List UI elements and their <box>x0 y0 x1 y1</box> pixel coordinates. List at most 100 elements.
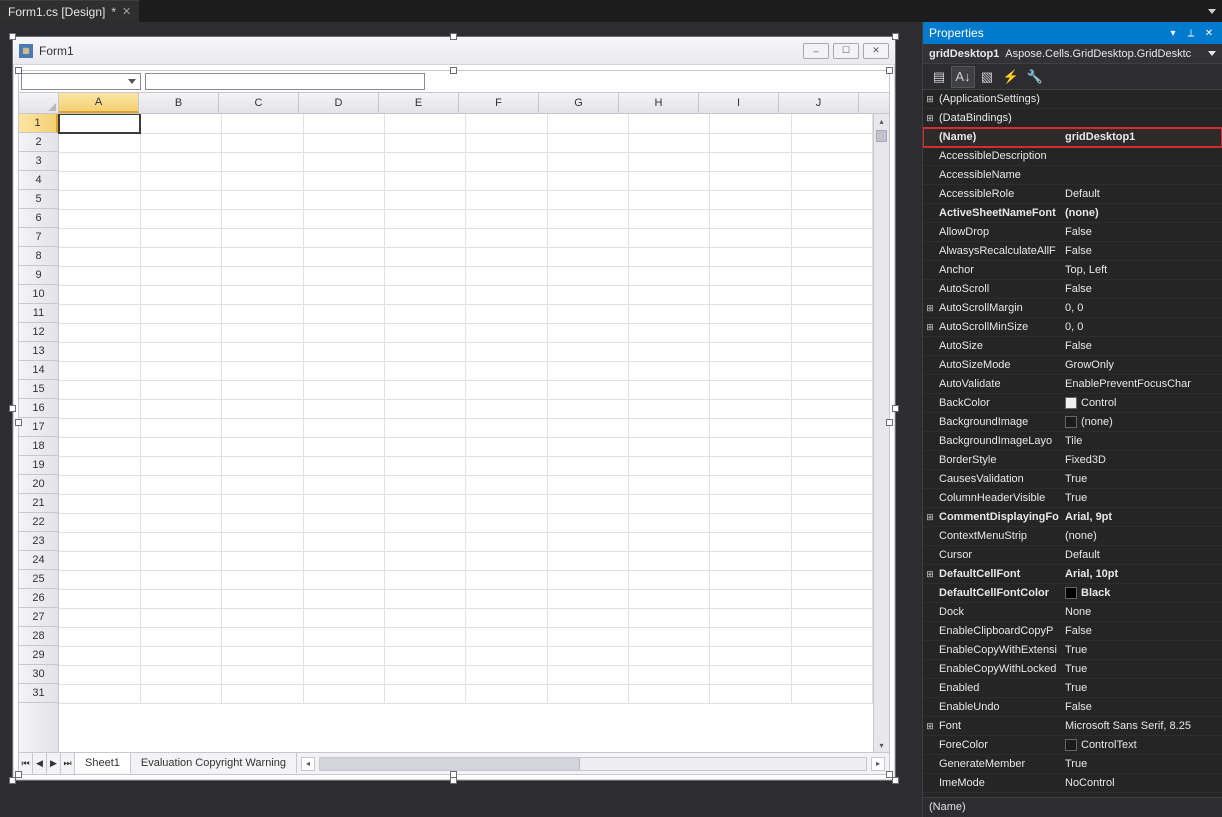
cell[interactable] <box>791 399 872 418</box>
select-all-corner[interactable] <box>19 93 59 113</box>
column-header[interactable]: A <box>59 93 139 113</box>
cell[interactable] <box>710 589 791 608</box>
cell[interactable] <box>466 171 547 190</box>
close-button[interactable]: ✕ <box>863 43 889 59</box>
row-header[interactable]: 22 <box>19 513 58 532</box>
cell[interactable] <box>59 437 140 456</box>
cell[interactable] <box>710 551 791 570</box>
row-header[interactable]: 31 <box>19 684 58 703</box>
cell[interactable] <box>710 646 791 665</box>
cell[interactable] <box>140 247 221 266</box>
resize-handle[interactable] <box>15 67 22 74</box>
cell[interactable] <box>547 532 628 551</box>
cell[interactable] <box>547 608 628 627</box>
cell[interactable] <box>628 494 709 513</box>
scroll-down-icon[interactable]: ▾ <box>874 738 889 752</box>
cell[interactable] <box>628 133 709 152</box>
cell[interactable] <box>466 532 547 551</box>
cell[interactable] <box>140 133 221 152</box>
property-value[interactable]: True <box>1061 682 1222 694</box>
cell[interactable] <box>140 190 221 209</box>
cell[interactable] <box>547 399 628 418</box>
cell[interactable] <box>59 399 140 418</box>
cell[interactable] <box>547 152 628 171</box>
cell[interactable] <box>547 247 628 266</box>
cell[interactable] <box>59 323 140 342</box>
cell[interactable] <box>791 665 872 684</box>
expand-toggle-icon[interactable]: ⊞ <box>923 322 937 333</box>
resize-handle[interactable] <box>886 771 893 778</box>
expand-toggle-icon[interactable]: ⊞ <box>923 113 937 124</box>
scroll-left-icon[interactable]: ◂ <box>301 757 315 771</box>
cell[interactable] <box>466 342 547 361</box>
cell[interactable] <box>547 171 628 190</box>
cell[interactable] <box>222 190 303 209</box>
cell[interactable] <box>628 513 709 532</box>
column-header[interactable]: E <box>379 93 459 113</box>
cell[interactable] <box>384 437 465 456</box>
cell[interactable] <box>547 190 628 209</box>
cell[interactable] <box>466 361 547 380</box>
cell[interactable] <box>59 475 140 494</box>
cell[interactable] <box>59 665 140 684</box>
cell[interactable] <box>59 190 140 209</box>
vertical-scrollbar[interactable]: ▴ ▾ <box>873 114 889 752</box>
cell[interactable] <box>59 361 140 380</box>
cell[interactable] <box>628 304 709 323</box>
cell[interactable] <box>547 380 628 399</box>
property-row[interactable]: BackgroundImage(none) <box>923 413 1222 432</box>
cell[interactable] <box>466 190 547 209</box>
cell[interactable] <box>710 684 791 703</box>
property-row[interactable]: EnabledTrue <box>923 679 1222 698</box>
cell[interactable] <box>791 285 872 304</box>
cell[interactable] <box>547 342 628 361</box>
row-header[interactable]: 2 <box>19 133 58 152</box>
cell[interactable] <box>384 342 465 361</box>
cell[interactable] <box>140 323 221 342</box>
row-header[interactable]: 13 <box>19 342 58 361</box>
cell[interactable] <box>710 285 791 304</box>
cell[interactable] <box>710 570 791 589</box>
cell[interactable] <box>59 570 140 589</box>
cell[interactable] <box>140 114 221 133</box>
properties-grid[interactable]: ⊞(ApplicationSettings)⊞(DataBindings)(Na… <box>923 90 1222 797</box>
formula-input[interactable] <box>145 73 425 90</box>
cell[interactable] <box>628 323 709 342</box>
cell[interactable] <box>140 494 221 513</box>
sheet-nav-last[interactable]: ⏭ <box>61 753 75 774</box>
resize-handle[interactable] <box>15 419 22 426</box>
cell[interactable] <box>384 646 465 665</box>
cell[interactable] <box>59 152 140 171</box>
cell[interactable] <box>303 190 384 209</box>
row-header[interactable]: 11 <box>19 304 58 323</box>
property-row[interactable]: EnableCopyWithExtensiTrue <box>923 641 1222 660</box>
cell[interactable] <box>710 247 791 266</box>
cell[interactable] <box>222 665 303 684</box>
sheet-nav-next[interactable]: ▶ <box>47 753 61 774</box>
property-row[interactable]: ⊞CommentDisplayingFoArial, 9pt <box>923 508 1222 527</box>
cell[interactable] <box>384 171 465 190</box>
cell[interactable] <box>466 114 547 133</box>
cell[interactable] <box>303 627 384 646</box>
cell[interactable] <box>628 589 709 608</box>
cell[interactable] <box>710 665 791 684</box>
designer-surface[interactable]: ▦ Form1 – ☐ ✕ <box>0 22 922 817</box>
row-header[interactable]: 18 <box>19 437 58 456</box>
property-value[interactable]: NoControl <box>1061 777 1222 789</box>
column-header[interactable]: G <box>539 93 619 113</box>
cell[interactable] <box>222 114 303 133</box>
property-value[interactable]: False <box>1061 701 1222 713</box>
cell[interactable] <box>710 114 791 133</box>
cell[interactable] <box>222 285 303 304</box>
column-header[interactable]: C <box>219 93 299 113</box>
property-value[interactable]: None <box>1061 606 1222 618</box>
cell[interactable] <box>466 133 547 152</box>
cell[interactable] <box>303 665 384 684</box>
cell[interactable] <box>303 570 384 589</box>
cell[interactable] <box>59 608 140 627</box>
cell[interactable] <box>303 684 384 703</box>
property-row[interactable]: AccessibleName <box>923 166 1222 185</box>
sheet-tab[interactable]: Sheet1 <box>75 752 131 773</box>
property-row[interactable]: ColumnHeaderVisibleTrue <box>923 489 1222 508</box>
property-row[interactable]: ⊞(DataBindings) <box>923 109 1222 128</box>
